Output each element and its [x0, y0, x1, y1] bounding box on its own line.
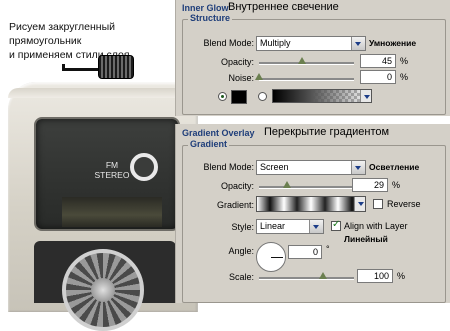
angle-label: Angle: [228, 246, 254, 256]
knurled-knob [98, 55, 134, 79]
scale-unit: % [397, 271, 406, 281]
align-with-layer-label: Align with Layer [344, 221, 408, 231]
reverse-checkbox[interactable] [373, 199, 383, 209]
gradient-radio[interactable] [258, 92, 267, 101]
caption-line: и применяем стили слоя [9, 49, 130, 61]
gradient-overlay-title-ru: Перекрытие градиентом [264, 126, 390, 138]
chevron-down-icon[interactable] [309, 220, 323, 233]
noise-label: Noise: [228, 73, 254, 83]
chevron-down-icon[interactable] [354, 197, 365, 211]
opacity-input[interactable]: 29 [352, 178, 388, 192]
caption-line: Рисуем закругленный [9, 21, 116, 33]
gradient-label: Gradient: [216, 200, 254, 210]
blend-mode-ru: Осветление [369, 162, 420, 172]
blend-mode-select[interactable]: Screen [256, 160, 366, 175]
angle-input[interactable]: 0 [288, 245, 322, 259]
speaker-center-cap [91, 278, 115, 302]
tuning-ring-icon [130, 153, 158, 181]
blend-mode-label: Blend Mode: [203, 162, 254, 172]
angle-needle [271, 257, 283, 258]
inner-glow-title-ru: Внутреннее свечение [228, 1, 339, 13]
opacity-unit: % [400, 56, 409, 66]
opacity-label: Opacity: [220, 181, 254, 191]
glow-gradient-picker[interactable] [272, 89, 372, 103]
structure-label: Structure [188, 13, 233, 23]
inner-glow-panel: Inner Glow Внутреннее свечение Structure… [175, 0, 450, 116]
opacity-slider[interactable] [259, 62, 354, 65]
chevron-down-icon[interactable] [351, 161, 365, 174]
scale-label: Scale: [228, 272, 254, 282]
fm-stereo-label: FM STEREO [90, 160, 134, 180]
caption-line: прямоугольник [9, 35, 82, 47]
stereo-text: STEREO [94, 170, 130, 180]
opacity-input[interactable]: 45 [360, 54, 396, 68]
angle-unit: ° [326, 244, 330, 254]
device-top-bevel [8, 88, 198, 98]
gradient-group-label: Gradient [188, 139, 230, 149]
glow-color-swatch[interactable] [231, 90, 247, 104]
noise-slider-thumb[interactable] [255, 73, 263, 80]
fm-text: FM [105, 160, 119, 170]
scale-slider-thumb[interactable] [318, 272, 327, 279]
scale-slider[interactable] [259, 277, 354, 280]
style-label: Style: [231, 222, 254, 232]
style-value: Linear [260, 221, 286, 231]
gradient-preview-picker[interactable] [256, 196, 366, 212]
reverse-label: Reverse [387, 199, 421, 209]
noise-input[interactable]: 0 [360, 70, 396, 84]
display-glow-strip [62, 197, 162, 227]
pointer-arrow [62, 68, 98, 71]
color-radio[interactable] [218, 92, 227, 101]
opacity-slider-thumb[interactable] [282, 181, 291, 188]
blend-mode-value: Multiply [260, 38, 291, 48]
style-select[interactable]: Linear [256, 219, 324, 234]
opacity-unit: % [392, 180, 401, 190]
blend-mode-ru: Умножение [369, 38, 417, 48]
tutorial-caption: Рисуем закругленный прямоугольник и прим… [9, 20, 169, 62]
style-ru: Линейный [344, 234, 388, 244]
scale-input[interactable]: 100 [357, 269, 393, 283]
blend-mode-label: Blend Mode: [203, 38, 254, 48]
chevron-down-icon[interactable] [360, 90, 371, 102]
opacity-slider-thumb[interactable] [297, 57, 306, 64]
gradient-overlay-panel: Gradient Overlay Перекрытие градиентом G… [175, 124, 450, 303]
noise-slider[interactable] [259, 78, 354, 81]
opacity-slider[interactable] [259, 186, 354, 189]
noise-unit: % [400, 72, 409, 82]
align-with-layer-checkbox[interactable] [331, 219, 341, 231]
gradient-overlay-title: Gradient Overlay [182, 128, 255, 138]
blend-mode-select[interactable]: Multiply [256, 36, 366, 51]
opacity-label: Opacity: [220, 57, 254, 67]
chevron-down-icon[interactable] [351, 37, 365, 50]
blend-mode-value: Screen [260, 162, 289, 172]
